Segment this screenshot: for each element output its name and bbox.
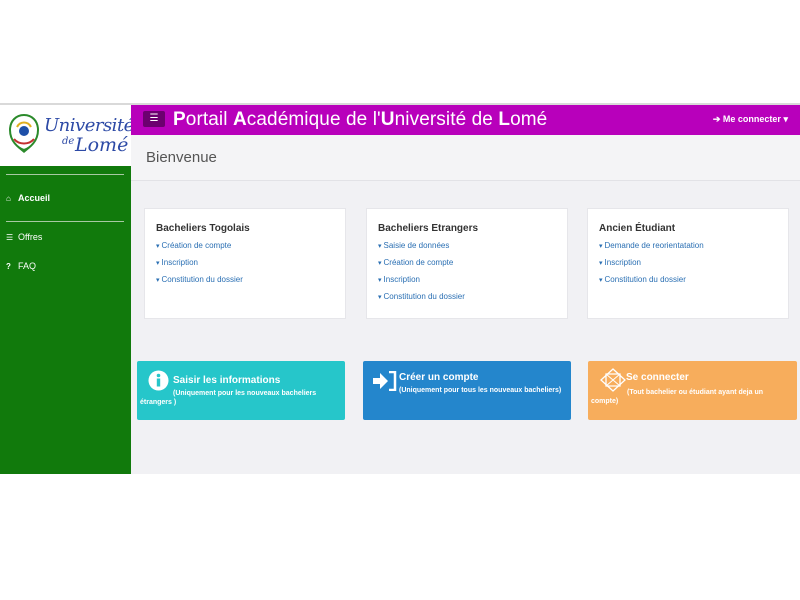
link-creation-compte[interactable]: ▾ Création de compte: [156, 241, 231, 250]
title-cap: P: [173, 109, 186, 130]
link-inscription[interactable]: ▾ Inscription: [378, 275, 420, 284]
map-marker-icon: ▾: [156, 277, 160, 284]
portal-title: Portail Académique de l'Université de Lo…: [173, 109, 547, 131]
link-demande-reorientation[interactable]: ▾ Demande de reorientatation: [599, 241, 704, 250]
map-marker-icon: ▾: [378, 260, 382, 267]
question-icon: ?: [6, 261, 11, 271]
link-saisie-donnees[interactable]: ▾ Saisie de données: [378, 241, 449, 250]
main-content: Bienvenue Bacheliers Togolais ▾ Création …: [131, 135, 800, 474]
sidebar-nav: ⌂ Accueil ☰ Offres ? FAQ: [0, 166, 131, 474]
university-logo[interactable]: Université de Lomé: [0, 105, 134, 166]
map-marker-icon: ▾: [378, 277, 382, 284]
link-label: Inscription: [383, 275, 420, 284]
nav-divider: [6, 221, 124, 222]
link-inscription[interactable]: ▾ Inscription: [156, 258, 198, 267]
link-label: Inscription: [161, 258, 198, 267]
card-title: Ancien Étudiant: [599, 223, 676, 234]
link-inscription[interactable]: ▾ Inscription: [599, 258, 641, 267]
logo-text-line3: Lomé: [75, 134, 129, 156]
sign-in-icon: [373, 371, 397, 391]
me-connecter-dropdown[interactable]: ➔ Me connecter ▾: [713, 114, 788, 125]
link-constitution-dossier[interactable]: ▾ Constitution du dossier: [599, 275, 686, 284]
app-window: Université de Lomé ⌂ Accueil ☰ Offres ? …: [0, 103, 800, 474]
link-label: Demande de reorientatation: [604, 241, 704, 250]
sidebar-item-label: Accueil: [18, 193, 51, 203]
link-label: Saisie de données: [383, 241, 450, 250]
tile-title: Se connecter: [626, 372, 689, 383]
tile-se-connecter[interactable]: Se connecter (Tout bachelier ou étudiant…: [588, 361, 797, 420]
card-title: Bacheliers Etrangers: [378, 223, 479, 234]
tile-subtitle: (Tout bachelier ou étudiant ayant deja u…: [591, 389, 763, 405]
card-ancien-etudiant: Ancien Étudiant ▾ Demande de reorientatat…: [587, 208, 789, 319]
info-icon: [148, 370, 169, 391]
map-marker-icon: ▾: [599, 260, 603, 267]
card-bacheliers-togolais: Bacheliers Togolais ▾ Création de compte …: [144, 208, 346, 319]
link-label: Création de compte: [161, 241, 232, 250]
sidebar-item-accueil[interactable]: ⌂ Accueil: [6, 193, 50, 203]
home-icon: ⌂: [6, 193, 11, 203]
map-marker-icon: ▾: [378, 243, 382, 250]
sidebar: Université de Lomé ⌂ Accueil ☰ Offres ? …: [0, 105, 134, 474]
sidebar-item-offres[interactable]: ☰ Offres: [6, 232, 42, 242]
title-cap: L: [498, 109, 511, 130]
tile-title: Saisir les informations: [173, 375, 281, 386]
link-constitution-dossier[interactable]: ▾ Constitution du dossier: [378, 292, 465, 301]
map-marker-icon: ▾: [599, 243, 603, 250]
page-header: Bienvenue: [131, 135, 800, 181]
page-title: Bienvenue: [146, 149, 217, 166]
link-constitution-dossier[interactable]: ▾ Constitution du dossier: [156, 275, 243, 284]
tile-title: Créer un compte: [399, 372, 479, 383]
logo-text-line2: de: [62, 136, 75, 147]
tile-creer-compte[interactable]: Créer un compte (Uniquement pour tous le…: [363, 361, 571, 420]
sidebar-item-label: FAQ: [18, 261, 37, 271]
me-connecter-label: Me connecter: [722, 114, 781, 124]
logo-text-line1: Université: [44, 115, 134, 136]
top-bar: ☰ Portail Académique de l'Université de …: [131, 105, 800, 135]
link-label: Constitution du dossier: [161, 275, 243, 284]
caret-down-icon: ▾: [783, 114, 788, 124]
title-cap: U: [380, 109, 395, 130]
map-marker-icon: ▾: [156, 260, 160, 267]
hamburger-icon: ☰: [149, 113, 159, 124]
map-marker-icon: ▾: [599, 277, 603, 284]
card-bacheliers-etrangers: Bacheliers Etrangers ▾ Saisie de données …: [366, 208, 568, 319]
map-marker-icon: ▾: [156, 243, 160, 250]
title-part: omé: [510, 109, 548, 130]
map-marker-icon: ▾: [378, 294, 382, 301]
title-cap: A: [232, 109, 247, 130]
link-label: Création de compte: [383, 258, 454, 267]
sidebar-item-label: Offres: [18, 232, 43, 242]
title-part: niversité de: [394, 109, 499, 130]
tile-subtitle: (Uniquement pour tous les nouveaux bache…: [399, 387, 562, 394]
tile-saisir-informations[interactable]: Saisir les informations (Uniquement pour…: [137, 361, 345, 420]
nav-divider: [6, 174, 124, 175]
link-label: Constitution du dossier: [604, 275, 686, 284]
link-label: Inscription: [604, 258, 641, 267]
tile-subtitle: (Uniquement pour les nouveaux bacheliers…: [140, 390, 317, 406]
link-label: Constitution du dossier: [383, 292, 465, 301]
title-part: cadémique de l': [246, 109, 381, 130]
sign-in-icon: ➔: [712, 114, 721, 124]
link-creation-compte[interactable]: ▾ Création de compte: [378, 258, 453, 267]
sidebar-item-faq[interactable]: ? FAQ: [6, 261, 36, 271]
logo-emblem-icon: [8, 113, 40, 153]
title-part: ortail: [185, 109, 233, 130]
menu-toggle-button[interactable]: ☰: [143, 111, 165, 127]
list-icon: ☰: [6, 232, 14, 242]
card-title: Bacheliers Togolais: [156, 223, 250, 234]
